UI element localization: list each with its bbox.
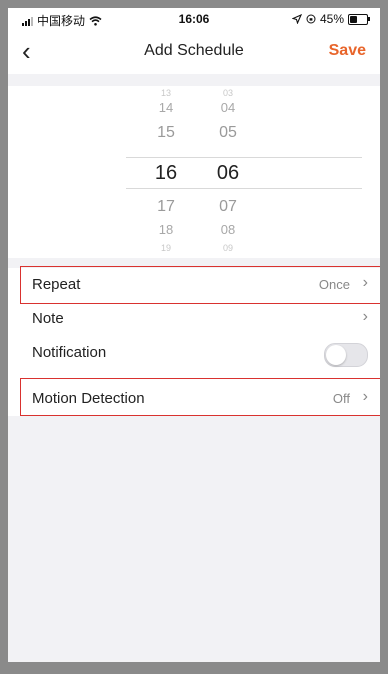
time-picker[interactable]: 13 14 15 16 17 18 19 03 04 05 06 07 08 09 [8, 86, 380, 258]
page-title: Add Schedule [144, 42, 244, 59]
chevron-right-icon: › [362, 274, 368, 291]
battery-level [350, 15, 358, 23]
save-button[interactable]: Save [329, 42, 366, 60]
hour-option[interactable]: 14 [136, 100, 196, 115]
motion-detection-row[interactable]: Motion Detection Off › [8, 382, 380, 416]
hour-option[interactable]: 13 [136, 88, 196, 98]
repeat-value: Once [318, 277, 350, 292]
chevron-right-icon: › [362, 388, 368, 405]
repeat-label: Repeat [32, 276, 81, 293]
hour-option[interactable]: 19 [136, 243, 196, 253]
status-bar: 中国移动 16:06 45% [8, 8, 380, 28]
minute-option[interactable]: 04 [198, 100, 258, 115]
orientation-lock-icon [306, 14, 316, 24]
minute-option[interactable]: 07 [198, 198, 258, 216]
settings-list: Repeat Once › Note › Notification Motion… [8, 268, 380, 416]
hour-option[interactable]: 17 [136, 198, 196, 216]
battery-icon [348, 13, 370, 25]
minute-option[interactable]: 09 [198, 243, 258, 253]
toggle-knob [326, 345, 346, 365]
note-row[interactable]: Note › [8, 302, 380, 336]
motion-detection-value: Off [332, 391, 350, 406]
note-label: Note [32, 310, 64, 327]
hour-option[interactable]: 15 [136, 124, 196, 142]
phone-screen: 中国移动 16:06 45% ‹ Add Schedule Save 13 14… [8, 8, 380, 662]
picker-selection-bottom-line [126, 188, 362, 189]
status-right: 45% [291, 12, 370, 26]
notification-label: Notification [32, 344, 107, 361]
notification-row: Notification [8, 336, 380, 372]
minute-option[interactable]: 05 [198, 124, 258, 142]
hour-option[interactable]: 18 [136, 222, 196, 237]
picker-selection-top-line [126, 157, 362, 158]
motion-detection-label: Motion Detection [32, 390, 145, 407]
battery-percent: 45% [319, 12, 344, 26]
location-arrow-icon [291, 14, 302, 24]
chevron-right-icon: › [362, 308, 368, 325]
repeat-row[interactable]: Repeat Once › [8, 268, 380, 302]
minute-option[interactable]: 03 [198, 88, 258, 98]
minute-selected[interactable]: 06 [198, 162, 258, 185]
navigation-bar: ‹ Add Schedule Save [8, 28, 380, 74]
minute-option[interactable]: 08 [198, 222, 258, 237]
notification-toggle[interactable] [324, 343, 368, 367]
hour-selected[interactable]: 16 [136, 162, 196, 185]
